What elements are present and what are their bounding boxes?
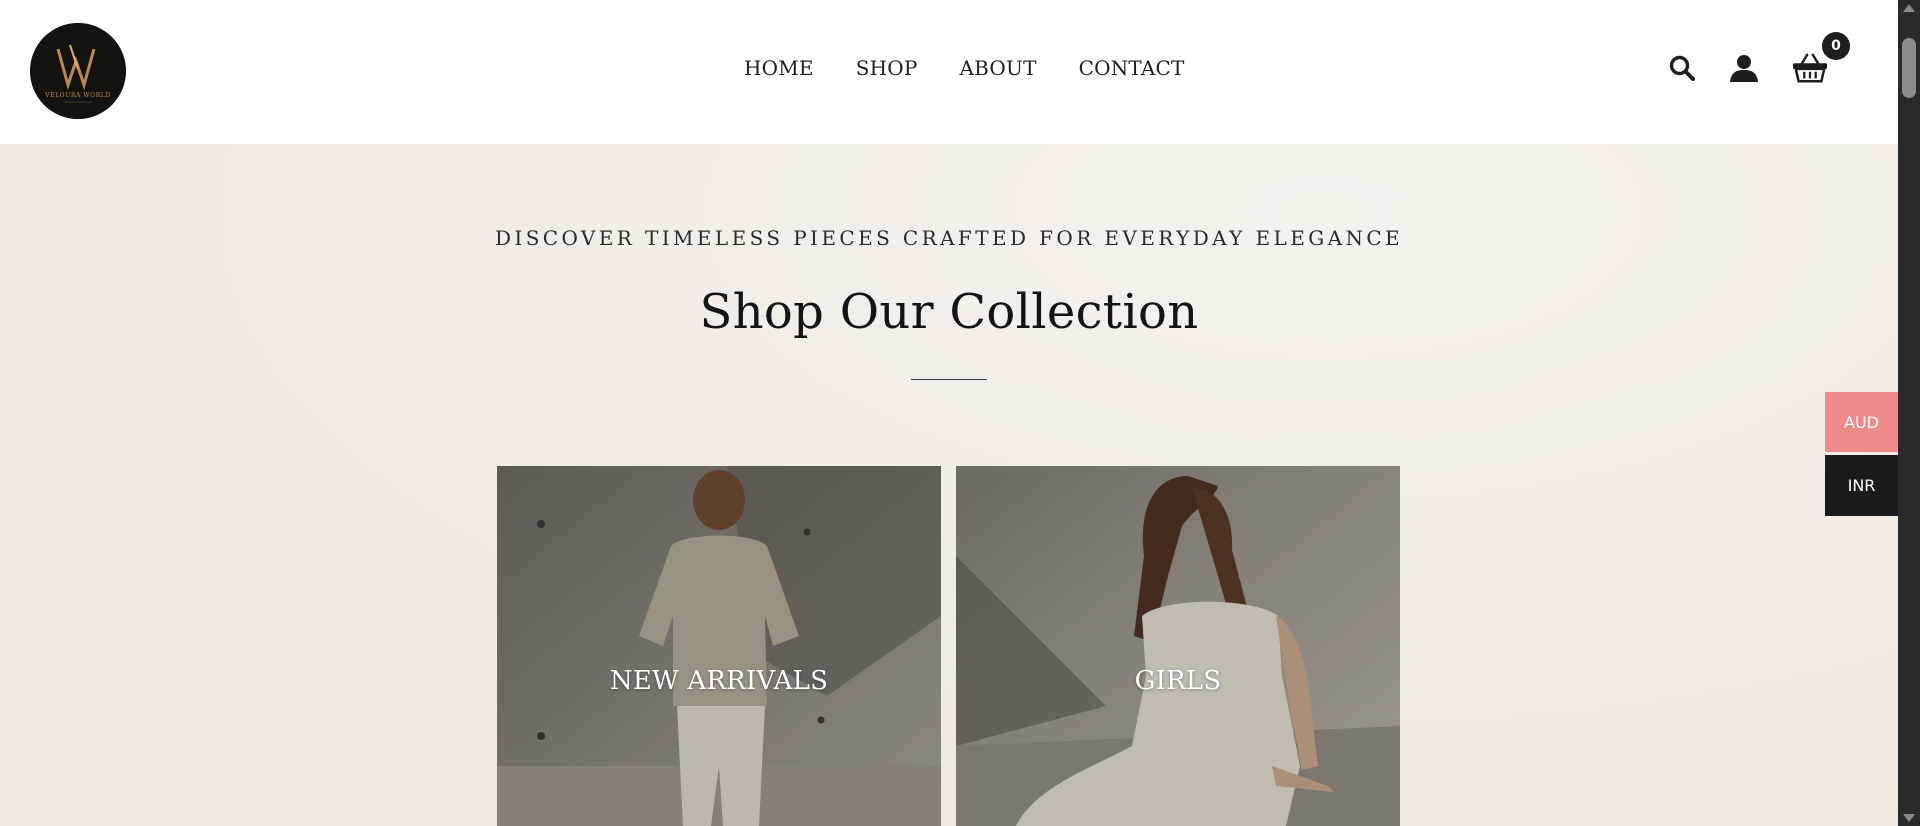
logo-monogram-icon: VELOURA WORLD: [30, 23, 126, 119]
currency-aud-button[interactable]: AUD: [1825, 392, 1898, 452]
collection-card-girls[interactable]: GIRLS: [956, 466, 1400, 826]
section-tagline: DISCOVER TIMELESS PIECES CRAFTED FOR EVE…: [494, 226, 1404, 250]
collection-section: DISCOVER TIMELESS PIECES CRAFTED FOR EVE…: [0, 144, 1898, 826]
scroll-up-arrow-icon[interactable]: [1903, 4, 1915, 12]
logo-wordmark: VELOURA WORLD: [44, 92, 111, 99]
user-icon[interactable]: [1726, 50, 1762, 86]
girls-label: GIRLS: [1134, 666, 1222, 696]
basket-icon: [1792, 53, 1828, 83]
scroll-down-arrow-icon[interactable]: [1903, 814, 1915, 822]
cart-button[interactable]: 0: [1792, 32, 1850, 86]
scrollbar-thumb[interactable]: [1902, 38, 1916, 98]
main-nav: HOME SHOP ABOUT CONTACT: [744, 56, 1185, 80]
title-divider: [911, 379, 987, 380]
search-icon[interactable]: [1664, 50, 1700, 86]
new-arrivals-label: NEW ARRIVALS: [609, 666, 829, 696]
new-arrivals-image: [497, 466, 941, 826]
header-actions: 0: [1664, 32, 1850, 86]
nav-shop[interactable]: SHOP: [856, 56, 918, 80]
collection-card-new-arrivals[interactable]: NEW ARRIVALS: [497, 466, 941, 826]
cart-count-badge: 0: [1822, 32, 1850, 60]
nav-about[interactable]: ABOUT: [960, 56, 1037, 80]
page-scrollbar[interactable]: [1898, 0, 1920, 826]
collection-cards: NEW ARRIVALS GIRLS: [497, 466, 1400, 826]
site-header: VELOURA WORLD HOME SHOP ABOUT CONTACT 0: [0, 0, 1898, 144]
girls-image: [956, 466, 1400, 826]
brand-logo[interactable]: VELOURA WORLD: [30, 23, 126, 119]
nav-home[interactable]: HOME: [744, 56, 814, 80]
section-title: Shop Our Collection: [699, 284, 1199, 340]
currency-inr-button[interactable]: INR: [1825, 455, 1898, 516]
nav-contact[interactable]: CONTACT: [1079, 56, 1185, 80]
